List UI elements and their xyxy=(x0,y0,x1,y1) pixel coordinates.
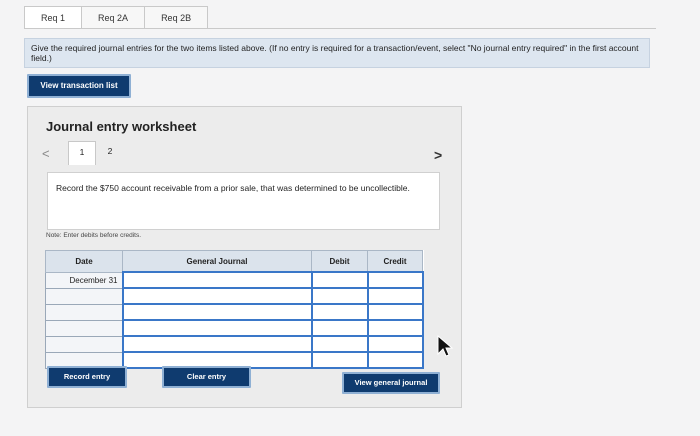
account-input[interactable] xyxy=(121,335,313,353)
account-input[interactable] xyxy=(121,287,313,305)
record-entry-button[interactable]: Record entry xyxy=(47,366,127,388)
view-transaction-list-button[interactable]: View transaction list xyxy=(27,74,131,98)
date-cell[interactable] xyxy=(45,303,123,321)
table-row: December 31 xyxy=(45,271,424,289)
credit-input[interactable] xyxy=(366,351,424,369)
debit-input[interactable] xyxy=(310,319,369,337)
debit-input[interactable] xyxy=(310,351,369,369)
credit-input[interactable] xyxy=(366,335,424,353)
journal-entry-worksheet: Journal entry worksheet < 1 2 Record the… xyxy=(27,106,462,408)
debit-input[interactable] xyxy=(310,335,369,353)
view-general-journal-button[interactable]: View general journal xyxy=(342,372,440,394)
header-credit: Credit xyxy=(367,250,423,273)
table-header-row: Date General Journal Debit Credit xyxy=(45,250,423,273)
account-input[interactable] xyxy=(121,303,313,321)
mouse-pointer-icon xyxy=(437,334,454,357)
debit-input[interactable] xyxy=(310,303,369,321)
chevron-right-icon[interactable]: > xyxy=(434,147,442,163)
clear-entry-button[interactable]: Clear entry xyxy=(162,366,251,388)
journal-table: Date General Journal Debit Credit Decemb… xyxy=(45,250,424,369)
tab-req-2a[interactable]: Req 2A xyxy=(82,6,146,29)
header-debit: Debit xyxy=(311,250,368,273)
table-row xyxy=(45,319,424,337)
entry-note: Note: Enter debits before credits. xyxy=(46,232,142,239)
tabs-divider xyxy=(24,28,656,29)
account-input[interactable] xyxy=(121,319,313,337)
credit-input[interactable] xyxy=(366,271,424,289)
requirement-tabs: Req 1 Req 2A Req 2B xyxy=(24,6,209,29)
table-row xyxy=(45,287,424,305)
date-cell[interactable] xyxy=(45,287,123,305)
tab-req-2b[interactable]: Req 2B xyxy=(145,6,209,29)
page-tab-2[interactable]: 2 xyxy=(96,141,124,165)
table-row xyxy=(45,335,424,353)
credit-input[interactable] xyxy=(366,319,424,337)
account-input[interactable] xyxy=(121,271,313,289)
header-general-journal: General Journal xyxy=(122,250,312,273)
page-tab-1[interactable]: 1 xyxy=(68,141,96,165)
header-date: Date xyxy=(45,250,123,273)
date-cell[interactable] xyxy=(45,319,123,337)
instructions-box: Give the required journal entries for th… xyxy=(24,38,650,68)
credit-input[interactable] xyxy=(366,287,424,305)
worksheet-title: Journal entry worksheet xyxy=(46,119,197,134)
credit-input[interactable] xyxy=(366,303,424,321)
debit-input[interactable] xyxy=(310,287,369,305)
date-cell[interactable]: December 31 xyxy=(45,271,123,289)
worksheet-pages: 1 2 xyxy=(68,141,124,165)
table-row xyxy=(45,303,424,321)
transaction-description: Record the $750 account receivable from … xyxy=(47,172,440,230)
chevron-left-icon[interactable]: < xyxy=(42,146,50,161)
date-cell[interactable] xyxy=(45,335,123,353)
tab-req-1[interactable]: Req 1 xyxy=(24,6,83,29)
debit-input[interactable] xyxy=(310,271,369,289)
